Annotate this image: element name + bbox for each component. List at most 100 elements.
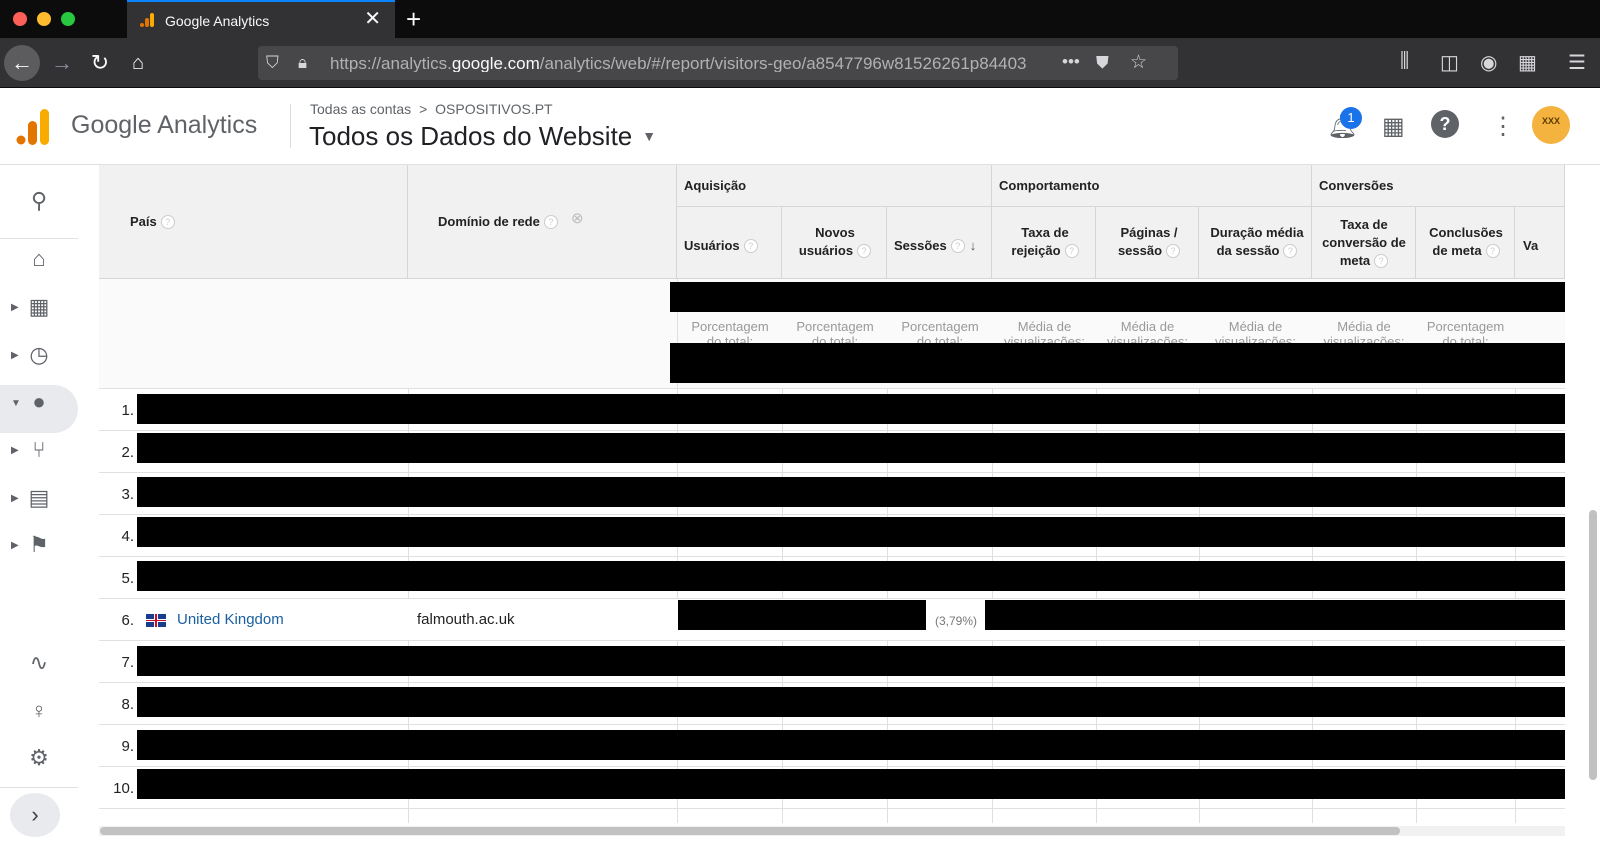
back-button[interactable]: ←	[4, 45, 40, 81]
view-selector[interactable]: Todos os Dados do Website ▼	[309, 121, 656, 152]
expand-chevron-icon[interactable]: ›	[10, 793, 60, 837]
account-breadcrumb[interactable]: Todas as contas > OSPOSITIVOS.PT	[310, 101, 553, 117]
pocket-icon[interactable]: ⛊	[1096, 53, 1109, 73]
lock-icon[interactable]: 🔒︎	[298, 53, 307, 73]
table-row: 6. United Kingdom falmouth.ac.uk (3,79%)	[99, 599, 1565, 641]
ga-header: Google Analytics Todas as contas > OSPOS…	[0, 88, 1600, 165]
header-sessions[interactable]: Sessões? ↓	[887, 207, 992, 279]
help-icon[interactable]: ?	[743, 239, 758, 253]
table-row: 4.	[99, 515, 1565, 557]
header-conv-rate[interactable]: Taxa de conversão de meta?	[1312, 207, 1416, 279]
row-number: 5.	[121, 570, 134, 587]
table-row: 5.	[99, 557, 1565, 599]
url-domain: google.com	[451, 54, 540, 72]
browser-tab-active[interactable]: Google Analytics ✕	[127, 0, 395, 38]
reload-button[interactable]: ↻	[82, 45, 118, 81]
header-avg-duration[interactable]: Duração média da sessão?	[1199, 207, 1312, 279]
horizontal-scrollbar-thumb[interactable]	[100, 827, 1400, 835]
header-pages-session[interactable]: Páginas / sessão?	[1096, 207, 1199, 279]
row-number: 10.	[113, 780, 134, 797]
url-text[interactable]: https://analytics.google.com/analytics/w…	[330, 54, 1070, 72]
table-row: 9.	[99, 725, 1565, 767]
more-vert-icon[interactable]: ⋮	[1491, 112, 1515, 141]
audience-person-icon[interactable]: ●	[26, 389, 52, 415]
help-icon[interactable]: ?	[1283, 244, 1298, 258]
caret-right-icon[interactable]: ▶	[11, 445, 19, 456]
help-icon[interactable]: ?	[160, 215, 175, 229]
acquisition-icon[interactable]: ⑂	[26, 437, 52, 463]
library-icon[interactable]: ⫼	[1400, 50, 1409, 73]
caret-right-icon[interactable]: ▶	[11, 302, 19, 313]
app-menu-icon[interactable]: ☰	[1568, 50, 1586, 75]
vertical-scrollbar-thumb[interactable]	[1589, 510, 1597, 780]
window-minimize-button[interactable]	[37, 12, 51, 26]
ga-favicon-icon	[140, 13, 154, 27]
window-zoom-button[interactable]	[61, 12, 75, 26]
home-icon[interactable]: ⌂	[26, 246, 52, 272]
column-label: conversão de	[1322, 235, 1406, 250]
header-users[interactable]: Usuários?	[677, 207, 782, 279]
attribution-icon[interactable]: ∿	[26, 650, 52, 676]
header-divider	[290, 104, 291, 148]
caret-down-icon[interactable]: ▼	[11, 398, 21, 409]
uk-flag-icon	[146, 614, 166, 627]
group-label: Comportamento	[999, 178, 1100, 193]
column-label: País	[130, 214, 157, 229]
window-close-button[interactable]	[13, 12, 27, 26]
network-domain: falmouth.ac.uk	[417, 611, 515, 628]
admin-gear-icon[interactable]: ⚙	[26, 745, 52, 771]
help-icon[interactable]: ?	[857, 244, 872, 258]
caret-right-icon[interactable]: ▶	[11, 540, 19, 551]
forward-button[interactable]: →	[44, 45, 80, 81]
row-number: 9.	[121, 738, 134, 755]
help-icon[interactable]: ?	[1374, 254, 1389, 268]
realtime-clock-icon[interactable]: ◷	[26, 342, 52, 368]
discover-bulb-icon[interactable]: ♀	[26, 698, 52, 724]
redaction-block	[678, 600, 926, 630]
country-link[interactable]: United Kingdom	[177, 611, 284, 628]
tracking-shield-icon[interactable]: ⛉	[266, 53, 279, 73]
tab-close-icon[interactable]: ✕	[364, 9, 381, 29]
sidebar-divider	[0, 238, 78, 239]
caret-right-icon[interactable]: ▶	[11, 493, 19, 504]
new-tab-button[interactable]: +	[406, 6, 421, 32]
column-label: Conclusões	[1429, 225, 1503, 240]
header-domain[interactable]: Domínio de rede? ⊗	[408, 165, 677, 279]
remove-dimension-icon[interactable]: ⊗	[571, 209, 584, 227]
conversions-flag-icon[interactable]: ⚑	[26, 532, 52, 558]
help-icon[interactable]: ?	[950, 239, 965, 253]
help-icon[interactable]: ?	[1485, 244, 1500, 258]
header-country[interactable]: País?	[99, 165, 408, 279]
behavior-icon[interactable]: ▤	[26, 485, 52, 511]
sort-desc-icon[interactable]: ↓	[970, 238, 977, 253]
account-icon[interactable]: ◉	[1480, 50, 1497, 75]
header-goal-completions[interactable]: Conclusões de meta?	[1416, 207, 1515, 279]
help-icon[interactable]: ?	[543, 215, 558, 229]
caret-right-icon[interactable]: ▶	[11, 350, 19, 361]
help-icon[interactable]: ?	[1064, 244, 1079, 258]
extension-icon[interactable]: ▦	[1518, 50, 1537, 75]
avatar[interactable]: XXX	[1532, 106, 1570, 144]
header-goal-value[interactable]: Va	[1515, 207, 1565, 279]
row-number: 4.	[121, 528, 134, 545]
customization-icon[interactable]: ▦	[26, 294, 52, 320]
redaction-block	[137, 646, 1565, 676]
header-bounce-rate[interactable]: Taxa de rejeição?	[992, 207, 1096, 279]
apps-grid-icon[interactable]: ▦	[1382, 112, 1405, 141]
help-icon[interactable]: ?	[1431, 110, 1459, 138]
help-icon[interactable]: ?	[1166, 244, 1181, 258]
header-new-users[interactable]: Novos usuários?	[782, 207, 887, 279]
url-bar[interactable]: ⛉ 🔒︎ https://analytics.google.com/analyt…	[258, 46, 1178, 80]
sidebar-toggle-icon[interactable]: ◫	[1440, 50, 1459, 75]
search-icon[interactable]: ⚲	[26, 188, 52, 214]
table-row: 7.	[99, 641, 1565, 683]
column-label: Sessões	[894, 238, 947, 253]
home-button[interactable]: ⌂	[120, 45, 156, 81]
column-label: Taxa de	[1021, 225, 1069, 240]
redaction-block	[670, 282, 1565, 312]
column-label: Taxa de	[1340, 217, 1388, 232]
page-actions-icon[interactable]: •••	[1062, 52, 1080, 72]
bookmark-star-icon[interactable]: ☆	[1130, 51, 1147, 74]
sessions-percentage: (3,79%)	[935, 614, 978, 628]
group-acquisition: Aquisição	[677, 165, 992, 207]
